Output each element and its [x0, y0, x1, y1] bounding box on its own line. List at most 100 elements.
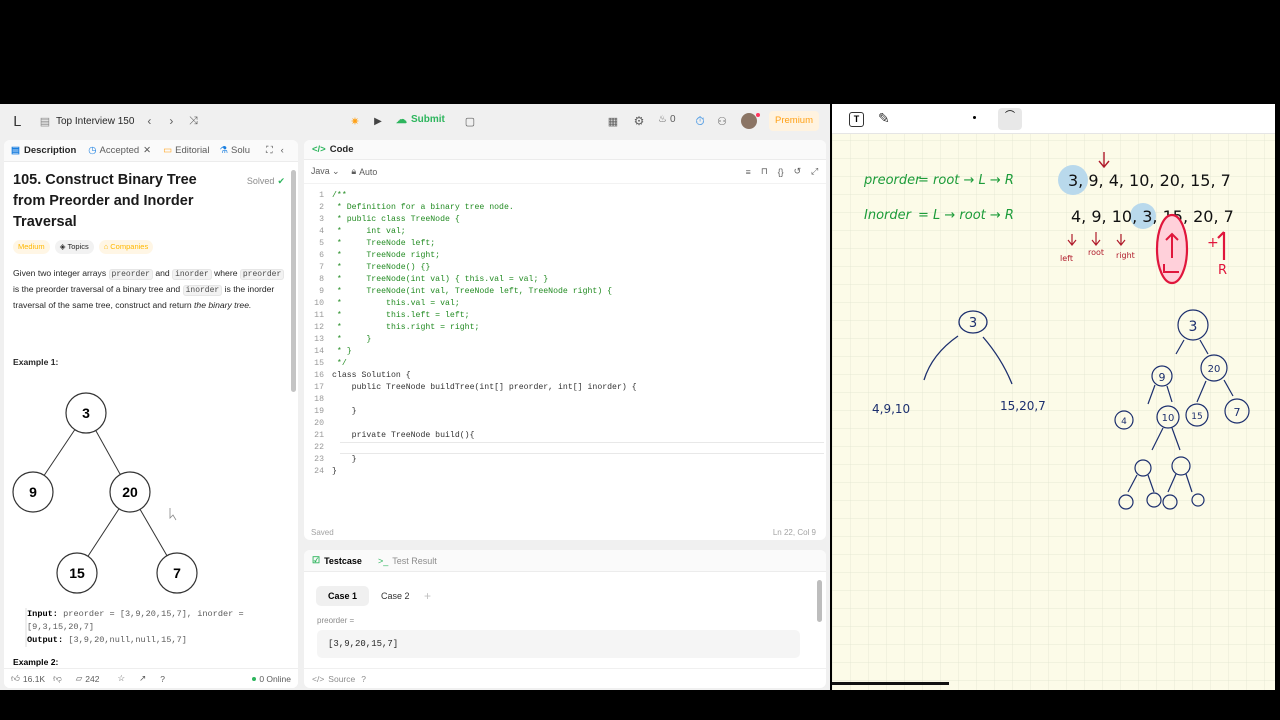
- red-one-mark: [1217, 231, 1226, 260]
- streak-counter[interactable]: ♨ 0: [658, 114, 676, 125]
- book-icon: ▭: [163, 145, 173, 156]
- reset-icon[interactable]: ↺: [794, 166, 801, 177]
- companies-badge[interactable]: ⌂ Companies: [98, 240, 154, 254]
- language-select[interactable]: Java ⌄: [311, 166, 339, 177]
- prev-problem-icon[interactable]: ‹: [140, 112, 158, 130]
- line-text: * TreeNode left;: [332, 239, 436, 248]
- svg-text:20: 20: [122, 484, 138, 500]
- whiteboard[interactable]: T ✎ ⌒ preorder = root → L → R 3, 9, 4, 1…: [832, 104, 1275, 690]
- line-number: 13: [314, 335, 324, 344]
- preorder-formula: = root → L → R: [918, 173, 1014, 188]
- line-number: 10: [314, 299, 324, 308]
- line-number: 11: [314, 311, 324, 320]
- param-input[interactable]: [3,9,20,15,7]: [317, 630, 800, 658]
- problem-description: 105. Construct Binary Tree from Preorder…: [13, 170, 285, 369]
- close-tab-icon[interactable]: ✕: [143, 145, 151, 156]
- code-line[interactable]: 17 public TreeNode buildTree(int[] preor…: [304, 382, 826, 394]
- source-link[interactable]: Source: [328, 674, 355, 684]
- code-line[interactable]: 20: [304, 418, 826, 430]
- code-line[interactable]: 8 * TreeNode(int val) { this.val = val; …: [304, 274, 826, 286]
- star-icon[interactable]: ☆: [117, 673, 125, 684]
- code-line[interactable]: 12 * this.right = right;: [304, 322, 826, 334]
- format-icon[interactable]: ≡: [746, 167, 751, 177]
- gear-icon[interactable]: ⚙: [630, 112, 648, 130]
- preorder-values: 3, 9, 4, 10, 20, 15, 7: [1068, 171, 1231, 190]
- svg-text:15: 15: [1191, 412, 1202, 422]
- code-line[interactable]: 6 * TreeNode right;: [304, 250, 826, 262]
- full-tree: [1114, 309, 1250, 510]
- add-case-icon[interactable]: +: [424, 586, 431, 606]
- autocomplete-mode[interactable]: Auto: [359, 167, 377, 177]
- share-icon[interactable]: ↗: [139, 673, 146, 684]
- comments-button[interactable]: ▱ 242: [76, 673, 100, 684]
- line-number: 12: [314, 323, 324, 332]
- next-problem-icon[interactable]: ›: [162, 112, 180, 130]
- checkbox-icon: ☑: [312, 555, 321, 565]
- tree-node: 9: [12, 471, 54, 513]
- topics-badge[interactable]: ◈ Topics: [54, 240, 94, 254]
- code-line[interactable]: 21 private TreeNode build(){: [304, 430, 826, 442]
- submit-button[interactable]: ☁ Submit: [396, 113, 445, 126]
- premium-button[interactable]: Premium: [769, 111, 820, 131]
- line-text: * TreeNode(int val) { this.val = val; }: [332, 275, 549, 284]
- timer-icon[interactable]: ⏱: [691, 112, 709, 130]
- help-icon[interactable]: ?: [361, 674, 366, 684]
- code-line[interactable]: 23 }: [304, 454, 826, 466]
- code-line[interactable]: 19 }: [304, 406, 826, 418]
- shuffle-icon[interactable]: ⤨: [184, 112, 202, 130]
- code-lines[interactable]: 1 /** 2 * Definition for a binary tree nod…: [304, 190, 826, 478]
- tab-accepted[interactable]: ◷ Accepted ✕: [88, 145, 151, 156]
- layout-icon[interactable]: ▦: [604, 112, 622, 130]
- collapse-icon[interactable]: ‹: [281, 145, 284, 156]
- code-line[interactable]: 18: [304, 394, 826, 406]
- case-1-tab[interactable]: Case 1: [316, 586, 370, 606]
- code-line[interactable]: 14 * }: [304, 346, 826, 358]
- inorder-label: Inorder: [864, 208, 913, 223]
- line-text: * TreeNode() {}: [332, 263, 431, 272]
- add-user-icon[interactable]: ⚇: [713, 112, 731, 130]
- tab-description[interactable]: ▤ Description: [11, 145, 76, 156]
- maximize-icon[interactable]: ⛶: [266, 145, 273, 156]
- code-line[interactable]: 1 /**: [304, 190, 826, 202]
- braces-icon[interactable]: {}: [778, 167, 784, 177]
- preorder-label: preorder: [863, 173, 922, 188]
- notes-icon[interactable]: ▢: [461, 112, 479, 130]
- code-line[interactable]: 13 * }: [304, 334, 826, 346]
- code-line[interactable]: 15 */: [304, 358, 826, 370]
- code-line[interactable]: 2 * Definition for a binary tree node.: [304, 202, 826, 214]
- help-icon[interactable]: ?: [160, 674, 165, 684]
- tab-test-result[interactable]: >_ Test Result: [378, 556, 437, 566]
- code-line[interactable]: 24}: [304, 466, 826, 478]
- debug-icon[interactable]: ✷: [346, 112, 364, 130]
- code-line[interactable]: 11 * this.left = left;: [304, 310, 826, 322]
- tab-solutions[interactable]: ⚗ Solu: [219, 145, 250, 156]
- problem-list-title[interactable]: Top Interview 150: [56, 116, 134, 127]
- test-tabs: ☑ Testcase >_ Test Result: [304, 550, 826, 572]
- scrollbar[interactable]: [817, 580, 822, 622]
- svg-text:20: 20: [1208, 364, 1221, 375]
- thumbs-down-icon[interactable]: 👎︎: [53, 673, 62, 684]
- case-2-tab[interactable]: Case 2: [380, 586, 411, 606]
- code-line[interactable]: 16 class Solution {: [304, 370, 826, 382]
- run-icon[interactable]: ▶: [369, 112, 387, 130]
- code-line[interactable]: 5 * TreeNode left;: [304, 238, 826, 250]
- avatar[interactable]: [741, 113, 757, 129]
- like-button[interactable]: 👍︎ 16.1K: [11, 673, 45, 684]
- expand-icon[interactable]: ⤢: [811, 166, 818, 177]
- code-line[interactable]: 9 * TreeNode(int val, TreeNode left, Tre…: [304, 286, 826, 298]
- full-tree-labels: 3 9 20 4 10 15 7: [1121, 319, 1240, 427]
- leetcode-logo-icon[interactable]: ᒪ: [8, 112, 26, 130]
- scrollbar[interactable]: [291, 170, 296, 392]
- tab-editorial[interactable]: ▭ Editorial: [163, 145, 209, 156]
- lock-icon: 🔒︎: [351, 166, 357, 176]
- source-icon: </>: [312, 673, 325, 684]
- root-note: root: [1088, 248, 1104, 257]
- tab-testcase[interactable]: ☑ Testcase: [312, 555, 362, 566]
- code-line[interactable]: 3 * public class TreeNode {: [304, 214, 826, 226]
- bookmark-icon[interactable]: ⊓: [761, 166, 768, 177]
- testcase-pane: ☑ Testcase >_ Test Result Case 1 Case 2 + …: [304, 550, 826, 688]
- editor-toolbar: Java ⌄ 🔒︎ Auto ≡ ⊓ {} ↺ ⤢: [304, 160, 826, 184]
- code-line[interactable]: 10 * this.val = val;: [304, 298, 826, 310]
- code-line[interactable]: 7 * TreeNode() {}: [304, 262, 826, 274]
- code-line[interactable]: 4 * int val;: [304, 226, 826, 238]
